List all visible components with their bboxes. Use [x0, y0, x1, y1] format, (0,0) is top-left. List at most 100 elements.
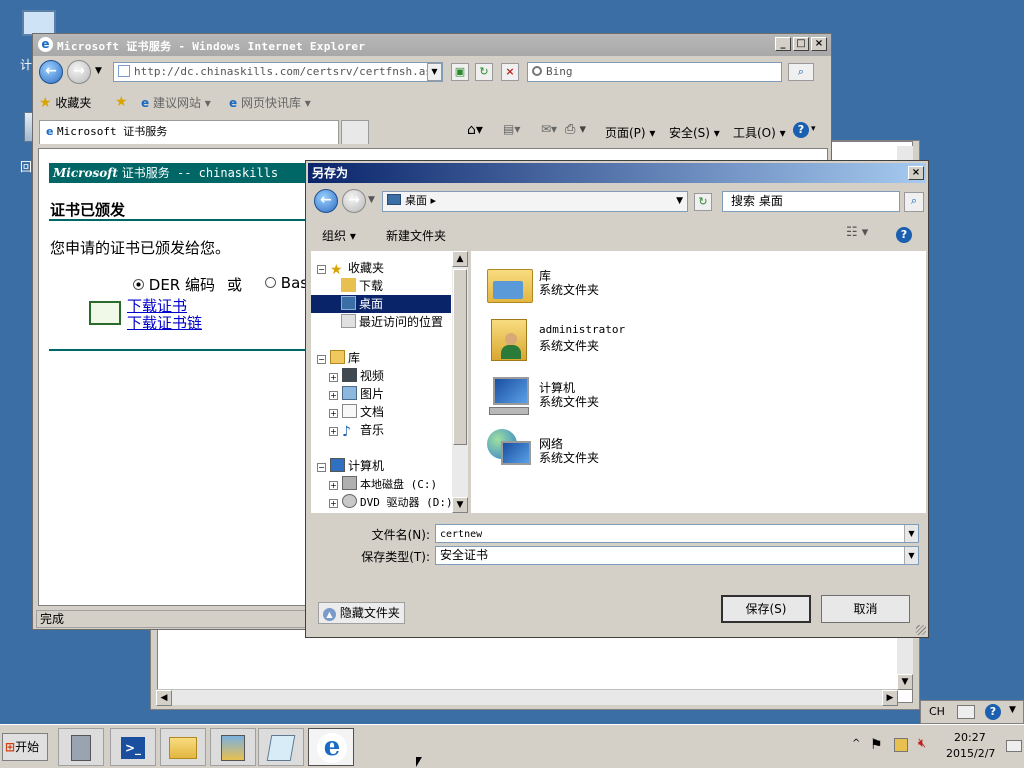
- print-icon[interactable]: ⎙ ▾: [565, 122, 586, 137]
- tree-item-recent-places[interactable]: 最近访问的位置: [311, 313, 451, 331]
- language-bar[interactable]: CH ? ▼: [920, 700, 1024, 724]
- help-icon[interactable]: ?: [985, 704, 1001, 720]
- taskbar-admin-tools[interactable]: [210, 728, 256, 766]
- volume-muted-icon[interactable]: 🔇︎: [918, 736, 926, 751]
- hide-folders-button[interactable]: ▲ 隐藏文件夹: [318, 602, 405, 624]
- taskbar-explorer[interactable]: [160, 728, 206, 766]
- history-dropdown-icon[interactable]: ▼: [95, 66, 102, 76]
- tree-item-music[interactable]: + ♪ 音乐: [311, 421, 451, 439]
- fav-link-suggested-sites[interactable]: e 建议网站 ▾: [141, 94, 211, 112]
- tree-item-videos[interactable]: + 视频: [311, 367, 451, 385]
- home-icon[interactable]: ⌂▾: [467, 122, 483, 138]
- back-button[interactable]: ←: [39, 60, 63, 84]
- taskbar-powershell[interactable]: >_: [110, 728, 156, 766]
- cancel-button[interactable]: 取消: [821, 595, 910, 623]
- der-radio[interactable]: DER 编码: [133, 274, 215, 295]
- navigation-tree[interactable]: − ★ 收藏夹 下载 桌面 最近访问的位置 − 库 + 视频 + 图片 + 文档 + ♪ 音乐 …: [311, 251, 468, 513]
- fav-link-web-slices[interactable]: e 网页快讯库 ▾: [229, 94, 311, 112]
- minimize-button[interactable]: _: [775, 37, 791, 51]
- back-button[interactable]: ←: [314, 189, 338, 213]
- search-input[interactable]: 搜索 桌面: [722, 191, 900, 212]
- tree-item-favorites[interactable]: − ★ 收藏夹: [311, 259, 451, 277]
- link-download-chain[interactable]: 下载证书链: [127, 312, 202, 333]
- filetype-dropdown-icon[interactable]: ▼: [904, 547, 918, 564]
- keyboard-icon[interactable]: [957, 705, 975, 719]
- search-icon[interactable]: ⌕: [904, 192, 924, 212]
- scroll-down-button[interactable]: ▼: [452, 497, 468, 513]
- scroll-up-button[interactable]: ▲: [452, 251, 468, 267]
- collapse-icon[interactable]: −: [317, 265, 326, 274]
- show-hidden-icons-icon[interactable]: ^: [852, 738, 860, 749]
- language-indicator[interactable]: CH: [929, 705, 945, 718]
- maximize-button[interactable]: □: [793, 37, 809, 51]
- new-folder-button[interactable]: 新建文件夹: [386, 227, 446, 244]
- clock-date[interactable]: 2015/2/7: [946, 747, 995, 760]
- search-button[interactable]: ⌕: [788, 63, 814, 81]
- tree-item-computer[interactable]: − 计算机: [311, 457, 451, 475]
- search-input[interactable]: Bing: [527, 62, 782, 82]
- recent-pages-dropdown-icon[interactable]: ▼: [368, 195, 375, 205]
- tree-item-documents[interactable]: + 文档: [311, 403, 451, 421]
- stop-icon[interactable]: ×: [501, 63, 519, 81]
- menu-tools[interactable]: 工具(O) ▾: [733, 124, 786, 141]
- show-desktop-button[interactable]: [1006, 740, 1022, 752]
- close-button[interactable]: ×: [811, 37, 827, 51]
- collapse-icon[interactable]: −: [317, 463, 326, 472]
- start-button[interactable]: ⊞开始: [2, 733, 48, 761]
- tree-item-pictures[interactable]: + 图片: [311, 385, 451, 403]
- address-dropdown-button[interactable]: ▼: [427, 63, 442, 81]
- feeds-icon[interactable]: ▤▾: [503, 122, 520, 136]
- clock-time[interactable]: 20:27: [954, 731, 986, 744]
- save-button[interactable]: 保存(S): [721, 595, 811, 623]
- chevron-down-icon[interactable]: ▼: [1009, 705, 1016, 715]
- location-breadcrumb[interactable]: 桌面 ▸ ▼: [382, 191, 688, 212]
- view-options-icon[interactable]: ☷ ▾: [846, 225, 868, 240]
- menu-safety[interactable]: 安全(S) ▾: [669, 124, 720, 141]
- collapse-icon[interactable]: −: [317, 355, 326, 364]
- tree-scrollbar[interactable]: ▲ ▼: [452, 251, 468, 513]
- taskbar-server-manager[interactable]: [58, 728, 104, 766]
- filetype-select[interactable]: 安全证书 ▼: [435, 546, 919, 565]
- scroll-thumb[interactable]: [453, 269, 467, 445]
- dialog-title-bar[interactable]: 另存为 ×: [308, 163, 926, 183]
- mail-icon[interactable]: ✉▾: [541, 122, 557, 136]
- address-bar[interactable]: http://dc.chinaskills.com/certsrv/certfn…: [113, 62, 443, 82]
- expand-icon[interactable]: +: [329, 481, 338, 490]
- taskbar-notepad[interactable]: [258, 728, 304, 766]
- tree-item-local-disk[interactable]: + 本地磁盘 (C:): [311, 475, 451, 493]
- new-tab-button[interactable]: [341, 120, 369, 144]
- location-dropdown-icon[interactable]: ▼: [676, 192, 683, 210]
- menu-page[interactable]: 页面(P) ▾: [605, 124, 655, 141]
- expand-icon[interactable]: +: [329, 373, 338, 382]
- tree-item-downloads[interactable]: 下载: [311, 277, 451, 295]
- refresh-icon[interactable]: ↻: [694, 193, 712, 211]
- refresh-icon[interactable]: ↻: [475, 63, 493, 81]
- file-item-administrator[interactable]: administrator 系统文件夹: [485, 315, 685, 367]
- help-icon[interactable]: ?: [793, 122, 809, 138]
- tree-item-desktop[interactable]: 桌面: [311, 295, 451, 313]
- base64-radio[interactable]: Bas: [265, 274, 308, 292]
- resize-grip-icon[interactable]: [916, 625, 926, 635]
- compatibility-icon[interactable]: ▣: [451, 63, 469, 81]
- tree-item-dvd-drive[interactable]: + DVD 驱动器 (D:): [311, 493, 453, 511]
- file-item-libraries[interactable]: 库 系统文件夹: [485, 259, 685, 311]
- file-item-computer[interactable]: 计算机 系统文件夹: [485, 371, 685, 423]
- background-horizontal-scrollbar[interactable]: ◀ ▶: [156, 689, 898, 706]
- help-dropdown-icon[interactable]: ▾: [811, 124, 816, 134]
- forward-button[interactable]: →: [67, 60, 91, 84]
- scroll-right-button[interactable]: ▶: [882, 690, 898, 706]
- help-icon[interactable]: ?: [896, 227, 912, 243]
- ie-title-bar[interactable]: e Microsoft 证书服务 - Windows Internet Expl…: [33, 34, 831, 56]
- tab-active[interactable]: e Microsoft 证书服务: [39, 120, 339, 144]
- expand-icon[interactable]: +: [329, 409, 338, 418]
- expand-icon[interactable]: +: [329, 499, 338, 508]
- favorites-button[interactable]: ★ 收藏夹: [39, 94, 91, 112]
- scroll-left-button[interactable]: ◀: [156, 690, 172, 706]
- file-list[interactable]: 库 系统文件夹 administrator 系统文件夹 计算机 系统文件夹 网络…: [471, 251, 926, 513]
- scroll-down-button[interactable]: ▼: [897, 674, 913, 690]
- filename-dropdown-icon[interactable]: ▼: [904, 525, 918, 542]
- file-item-network[interactable]: 网络 系统文件夹: [485, 427, 685, 479]
- expand-icon[interactable]: +: [329, 427, 338, 436]
- network-tray-icon[interactable]: [894, 738, 908, 752]
- dialog-close-button[interactable]: ×: [908, 166, 924, 180]
